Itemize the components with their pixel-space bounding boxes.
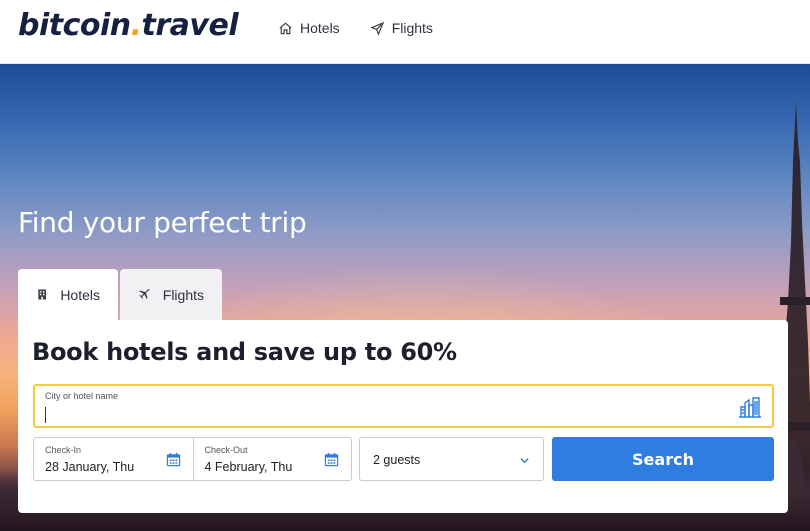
- checkout-label: Check-Out: [204, 445, 248, 455]
- calendar-icon: [166, 452, 180, 467]
- nav-hotels[interactable]: Hotels: [278, 20, 340, 36]
- date-range-picker: Check-In 28 January, Thu Check-Out 4 Feb…: [33, 437, 352, 481]
- tab-flights-label: Flights: [162, 286, 204, 303]
- brand-logo[interactable]: bitcoin.travel: [18, 8, 239, 43]
- tab-flights[interactable]: Flights: [120, 269, 222, 320]
- search-tabs: Hotels Flights: [18, 269, 222, 320]
- city-skyline-icon: [739, 397, 761, 418]
- nav-flights[interactable]: Flights: [369, 20, 433, 36]
- building-icon: [38, 289, 47, 300]
- search-button[interactable]: Search: [552, 437, 774, 481]
- main-nav: Hotels Flights: [278, 20, 433, 36]
- logo-dot: .: [130, 8, 142, 43]
- guests-value: 2 guests: [373, 453, 421, 467]
- tab-hotels-label: Hotels: [60, 286, 100, 303]
- search-title: Book hotels and save up to 60%: [32, 338, 457, 366]
- checkin-label: Check-In: [45, 445, 82, 455]
- city-field[interactable]: City or hotel name: [33, 384, 774, 428]
- hero-title: Find your perfect trip: [18, 206, 307, 239]
- guests-select[interactable]: 2 guests: [359, 437, 544, 481]
- logo-text-part1: bitcoin: [18, 8, 131, 43]
- logo-text-part2: travel: [141, 8, 239, 43]
- calendar-icon: [324, 452, 339, 467]
- tab-hotels[interactable]: Hotels: [18, 269, 118, 320]
- plane-icon: [369, 21, 384, 36]
- nav-hotels-label: Hotels: [300, 20, 340, 36]
- chevron-down-icon: [520, 458, 529, 464]
- home-icon: [279, 22, 292, 34]
- checkin-value: 28 January, Thu: [45, 460, 135, 474]
- hero-section: Find your perfect trip Hotels Flights Bo…: [0, 64, 810, 531]
- city-input[interactable]: [45, 404, 695, 424]
- site-header: bitcoin.travel Hotels Flights: [0, 0, 810, 64]
- search-card: Book hotels and save up to 60% City or h…: [18, 320, 788, 513]
- checkout-field[interactable]: Check-Out 4 February, Thu: [192, 438, 352, 480]
- checkin-field[interactable]: Check-In 28 January, Thu: [34, 438, 193, 480]
- plane-icon: [139, 289, 150, 299]
- checkout-value: 4 February, Thu: [204, 460, 293, 474]
- nav-flights-label: Flights: [391, 20, 433, 36]
- city-field-label: City or hotel name: [45, 391, 119, 401]
